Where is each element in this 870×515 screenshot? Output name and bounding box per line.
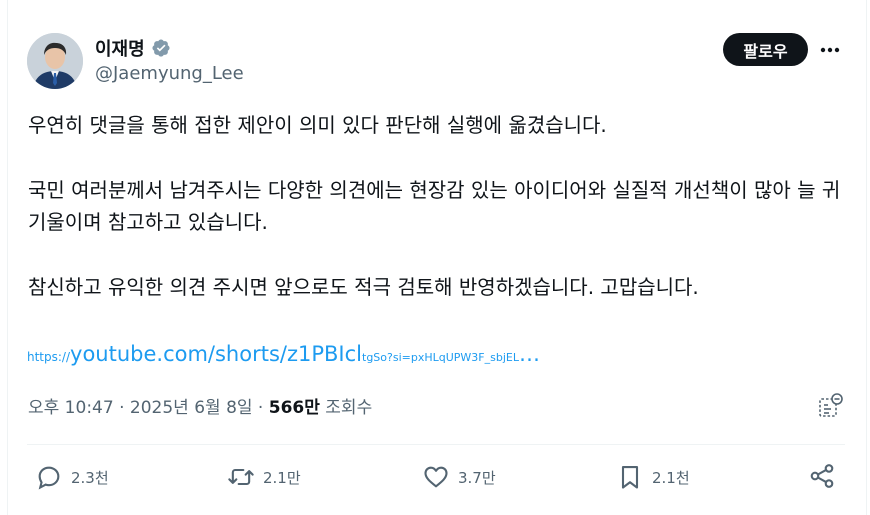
more-horizontal-icon[interactable] bbox=[815, 36, 845, 64]
repost-button[interactable]: 2.1만 bbox=[227, 462, 301, 492]
like-count: 3.7만 bbox=[458, 468, 496, 487]
author-name[interactable]: 이재명 bbox=[95, 35, 145, 61]
link-rest: tgSo?si=pxHLqUPW3F_sbjEL bbox=[362, 351, 519, 364]
link-protocol: https:// bbox=[27, 350, 71, 364]
share-icon[interactable] bbox=[808, 462, 836, 492]
like-button[interactable]: 3.7만 bbox=[422, 462, 496, 492]
meta-separator: · bbox=[252, 398, 269, 418]
reply-count: 2.3천 bbox=[71, 468, 109, 487]
meta-separator: · bbox=[113, 398, 130, 418]
author-handle[interactable]: @Jaemyung_Lee bbox=[95, 63, 244, 84]
avatar-image bbox=[27, 33, 83, 89]
post-date[interactable]: 2025년 6월 8일 bbox=[130, 398, 253, 418]
avatar[interactable] bbox=[27, 33, 83, 89]
view-label: 조회수 bbox=[319, 398, 373, 418]
link-main: youtube.com/shorts/z1PBIcl bbox=[70, 342, 363, 366]
view-count: 566만 bbox=[268, 398, 320, 418]
post-meta: 오후 10:47 · 2025년 6월 8일 · 566만 조회수 bbox=[28, 393, 372, 418]
post-paragraph-2: 국민 여러분께서 남겨주시는 다양한 의견에는 현장감 있는 아이디어와 실질적… bbox=[28, 178, 841, 234]
follow-button[interactable]: 팔로우 bbox=[723, 33, 808, 66]
bookmark-count: 2.1천 bbox=[652, 468, 690, 487]
link-ellipsis: … bbox=[518, 342, 540, 366]
right-border bbox=[866, 0, 867, 515]
author-name-row: 이재명 bbox=[95, 35, 171, 61]
post-card: 이재명 @Jaemyung_Lee 팔로우 우연히 댓글을 통해 접한 제안이 … bbox=[0, 0, 870, 515]
repost-icon bbox=[228, 468, 254, 486]
bookmark-icon bbox=[621, 466, 639, 489]
reply-icon bbox=[38, 466, 60, 490]
post-paragraph-1: 우연히 댓글을 통해 접한 제안이 의미 있다 판단해 실행에 옮겼습니다. bbox=[28, 113, 607, 137]
left-border bbox=[7, 0, 8, 515]
post-paragraph-3: 참신하고 유익한 의견 주시면 앞으로도 적극 검토해 반영하겠습니다. 고맙습… bbox=[28, 275, 699, 299]
divider bbox=[27, 444, 845, 445]
post-time[interactable]: 오후 10:47 bbox=[28, 398, 114, 418]
repost-count: 2.1만 bbox=[263, 468, 301, 487]
verified-badge-icon[interactable] bbox=[151, 38, 171, 58]
post-link[interactable]: https://youtube.com/shorts/z1PBIcltgSo?s… bbox=[27, 342, 540, 366]
reply-button[interactable]: 2.3천 bbox=[35, 462, 109, 492]
heart-icon bbox=[424, 466, 448, 488]
bookmark-button[interactable]: 2.1천 bbox=[616, 462, 690, 492]
analytics-icon[interactable] bbox=[816, 392, 844, 420]
